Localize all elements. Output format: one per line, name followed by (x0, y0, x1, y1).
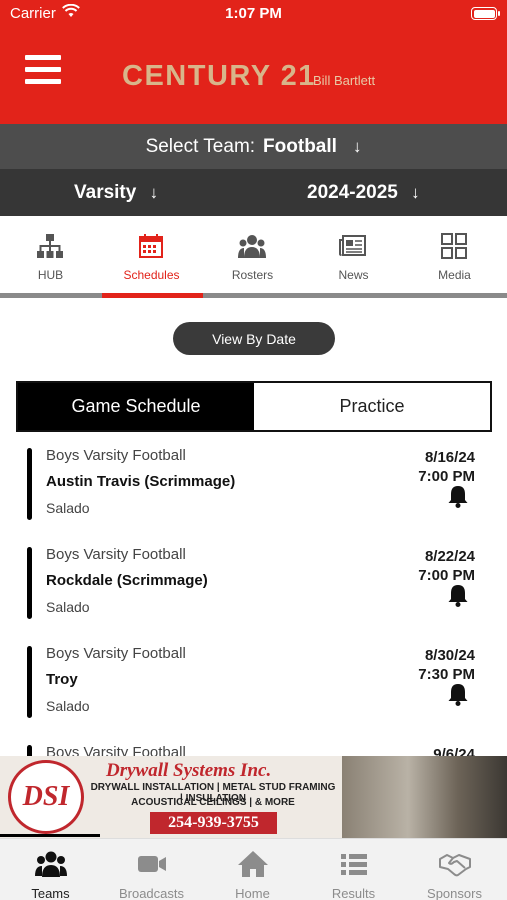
menu-icon[interactable] (25, 55, 61, 85)
game-sport: Boys Varsity Football (46, 645, 186, 662)
game-sport: Boys Varsity Football (46, 546, 186, 563)
battery-icon (471, 7, 500, 20)
game-row-accent (27, 547, 32, 619)
view-by-date-button[interactable]: View By Date (173, 322, 335, 355)
tab-schedules[interactable]: Schedules (101, 216, 202, 298)
game-row-accent (27, 646, 32, 718)
game-location: Salado (46, 500, 90, 516)
bell-icon[interactable] (447, 484, 469, 508)
nav-results[interactable]: Results (303, 839, 404, 900)
ad-services-line: ACOUSTICAL CEILINGS | & MORE (131, 797, 295, 808)
brand-logo: CENTURY 21 (122, 60, 316, 92)
tab-label: Schedules (123, 268, 180, 282)
game-date: 8/16/24 (424, 449, 475, 466)
video-camera-icon (138, 856, 166, 872)
grid-icon (441, 233, 467, 259)
arrow-down-icon: ↓ (352, 136, 362, 156)
tab-label: News (338, 268, 369, 282)
game-row-accent (27, 448, 32, 520)
bell-icon[interactable] (447, 682, 469, 706)
season-selector[interactable]: 2024-2025 ↓ (307, 182, 420, 204)
status-bar: Carrier 1:07 PM (0, 0, 507, 28)
people-icon (35, 851, 67, 877)
tab-active-indicator (102, 293, 203, 298)
nav-label: Results (331, 886, 376, 900)
tab-divider (0, 293, 507, 298)
ad-logo: DSI (8, 760, 84, 834)
game-row[interactable]: Boys Varsity Football 9/6/24 (0, 737, 507, 758)
game-schedule-segment[interactable]: Game Schedule (18, 383, 254, 430)
practice-segment[interactable]: Practice (254, 383, 490, 430)
newspaper-icon (339, 235, 366, 256)
nav-home[interactable]: Home (202, 839, 303, 900)
nav-label: Teams (31, 886, 70, 900)
tab-rosters[interactable]: Rosters (202, 216, 303, 298)
tab-label: Rosters (231, 268, 274, 282)
handshake-icon (439, 854, 471, 877)
calendar-icon (139, 234, 163, 258)
season-value: 2024-2025 (307, 182, 398, 203)
home-icon (238, 851, 268, 877)
game-date: 8/30/24 (424, 647, 475, 664)
bell-icon[interactable] (447, 583, 469, 607)
ad-company-name: Drywall Systems Inc. (106, 760, 272, 781)
game-row[interactable]: Boys Varsity Football Austin Travis (Scr… (0, 440, 507, 539)
nav-label: Broadcasts (118, 886, 185, 900)
tab-news[interactable]: News (303, 216, 404, 298)
game-time: 7:00 PM (418, 567, 475, 584)
nav-label: Home (235, 886, 270, 900)
list-icon (341, 854, 367, 875)
game-row[interactable]: Boys Varsity Football Troy Salado 8/30/2… (0, 638, 507, 737)
nav-sponsors[interactable]: Sponsors (404, 839, 505, 900)
game-sport: Boys Varsity Football (46, 447, 186, 464)
level-selector[interactable]: Varsity ↓ (74, 182, 158, 204)
tab-label: Media (438, 268, 471, 282)
game-time: 7:00 PM (418, 468, 475, 485)
nav-teams[interactable]: Teams (0, 839, 101, 900)
team-selector-value: Football (263, 135, 337, 157)
ad-progress-bar (0, 834, 100, 837)
game-opponent: Rockdale (Scrimmage) (46, 572, 208, 589)
tab-media[interactable]: Media (404, 216, 505, 298)
team-selector-label: Select Team: (145, 135, 256, 157)
game-opponent: Troy (46, 671, 78, 688)
game-row[interactable]: Boys Varsity Football Rockdale (Scrimmag… (0, 539, 507, 638)
game-list: Boys Varsity Football Austin Travis (Scr… (0, 440, 507, 758)
level-season-bar: Varsity ↓ 2024-2025 ↓ (0, 169, 507, 216)
game-location: Salado (46, 698, 90, 714)
people-icon (238, 235, 266, 258)
team-selector[interactable]: Select Team: Football ↓ (0, 124, 507, 169)
game-time: 7:30 PM (418, 666, 475, 683)
ad-phone: 254-939-3755 (150, 812, 277, 834)
schedule-type-toggle: Game Schedule Practice (16, 381, 492, 432)
status-time: 1:07 PM (225, 5, 282, 22)
nav-broadcasts[interactable]: Broadcasts (101, 839, 202, 900)
game-date: 8/22/24 (424, 548, 475, 565)
arrow-down-icon: ↓ (149, 183, 159, 202)
bottom-nav: Teams Broadcasts Home Results Sponsors (0, 838, 507, 900)
hierarchy-icon (37, 234, 63, 258)
tab-hub[interactable]: HUB (0, 216, 101, 298)
section-tabs: HUB Schedules Rosters News Media (0, 216, 507, 298)
game-location: Salado (46, 599, 90, 615)
nav-label: Sponsors (427, 886, 482, 900)
tab-label: HUB (37, 268, 64, 282)
level-value: Varsity (74, 182, 137, 203)
sponsor-ad-banner[interactable]: DSI Drywall Systems Inc. DRYWALL INSTALL… (0, 756, 507, 838)
ad-photo (342, 756, 507, 838)
game-opponent: Austin Travis (Scrimmage) (46, 473, 236, 490)
arrow-down-icon: ↓ (411, 183, 420, 202)
brand-subtitle: Bill Bartlett (313, 73, 376, 88)
